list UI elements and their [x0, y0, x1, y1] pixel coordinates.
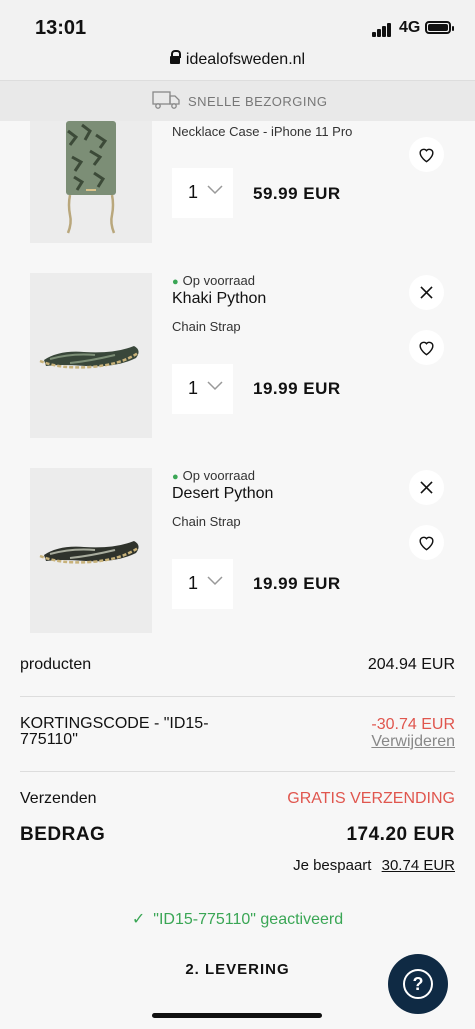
help-chat-button[interactable]: ?: [388, 954, 448, 1014]
remove-item-button[interactable]: [409, 470, 444, 505]
divider: [20, 696, 455, 697]
status-dot-icon: ●: [172, 276, 179, 288]
discount-label: KORTINGSCODE - "ID15- 775110": [20, 715, 209, 748]
product-name[interactable]: Khaki Python: [172, 290, 266, 308]
shipping-row: Verzenden GRATIS VERZENDING: [20, 790, 455, 814]
coupon-activated-message: ✓ "ID15-775110" geactiveerd: [131, 911, 344, 928]
heart-icon: [419, 536, 434, 551]
remove-discount-link[interactable]: Verwijderen: [371, 733, 455, 751]
subtotal-value: 204.94 EUR: [367, 656, 455, 673]
quantity-select[interactable]: 1: [172, 168, 233, 218]
total-label: BEDRAG: [20, 824, 106, 845]
wishlist-heart-button[interactable]: [409, 137, 444, 172]
total-row: BEDRAG 174.20 EUR: [20, 824, 455, 852]
product-name[interactable]: Desert Python: [172, 485, 273, 503]
chain-strap-image: [39, 346, 139, 369]
discount-row: KORTINGSCODE - "ID15- 775110" -30.74 EUR…: [20, 716, 455, 756]
truck-icon: [152, 91, 180, 109]
savings-label: Je bespaart: [293, 857, 372, 874]
url-text: idealofsweden.nl: [185, 51, 306, 68]
wishlist-heart-button[interactable]: [409, 525, 444, 560]
browser-address-bar[interactable]: idealofsweden.nl: [0, 46, 475, 81]
status-bar: 13:01 4G: [0, 0, 475, 46]
banner-text: SNELLE BEZORGING: [188, 94, 328, 109]
fast-delivery-banner: SNELLE BEZORGING: [0, 81, 475, 121]
necklace-case-image: [66, 121, 116, 234]
status-dot-icon: ●: [172, 471, 179, 483]
quantity-select[interactable]: 1: [172, 364, 233, 414]
chevron-down-icon: [207, 185, 223, 195]
discount-value: -30.74 EUR: [371, 716, 455, 733]
shipping-value: GRATIS VERZENDING: [287, 790, 455, 807]
savings-value: 30.74 EUR: [381, 857, 455, 874]
wishlist-heart-button[interactable]: [409, 330, 444, 365]
product-image[interactable]: [30, 273, 152, 438]
quantity-value: 1: [188, 182, 199, 202]
close-icon: [420, 286, 433, 299]
question-icon: ?: [403, 969, 433, 999]
status-time: 13:01: [35, 17, 87, 39]
check-icon: ✓: [131, 911, 146, 928]
close-icon: [420, 481, 433, 494]
product-image[interactable]: [30, 121, 152, 243]
chevron-down-icon: [207, 381, 223, 391]
shipping-label: Verzenden: [20, 790, 97, 807]
signal-icon: [372, 23, 394, 37]
product-price: 19.99 EUR: [253, 379, 341, 398]
product-type: Chain Strap: [172, 319, 241, 334]
stock-status: ● Op voorraad: [172, 273, 255, 288]
remove-item-button[interactable]: [409, 275, 444, 310]
product-image[interactable]: [30, 468, 152, 633]
stock-status: ● Op voorraad: [172, 468, 255, 483]
quantity-value: 1: [188, 378, 199, 398]
cart-item: Necklace Case - iPhone 11 Pro 1 59.99 EU…: [0, 121, 475, 246]
home-indicator: [152, 1013, 322, 1018]
heart-icon: [419, 148, 434, 163]
product-type: Chain Strap: [172, 514, 241, 529]
product-price: 19.99 EUR: [253, 574, 341, 593]
divider: [20, 771, 455, 772]
chain-strap-image: [39, 541, 139, 564]
battery-icon: [425, 21, 454, 34]
quantity-value: 1: [188, 573, 199, 593]
network-type: 4G: [399, 19, 421, 36]
product-type: Necklace Case - iPhone 11 Pro: [172, 124, 353, 139]
product-price: 59.99 EUR: [253, 184, 341, 203]
lock-icon: [169, 50, 181, 64]
subtotal-row: producten 204.94 EUR: [20, 656, 455, 680]
subtotal-label: producten: [20, 656, 92, 673]
cart-item: ● Op voorraad Desert Python Chain Strap 1…: [0, 468, 475, 638]
quantity-select[interactable]: 1: [172, 559, 233, 609]
savings-row: Je bespaart 30.74 EUR: [20, 857, 455, 881]
chevron-down-icon: [207, 576, 223, 586]
total-value: 174.20 EUR: [346, 824, 455, 845]
cart-item: ● Op voorraad Khaki Python Chain Strap 1 …: [0, 273, 475, 443]
heart-icon: [419, 341, 434, 356]
